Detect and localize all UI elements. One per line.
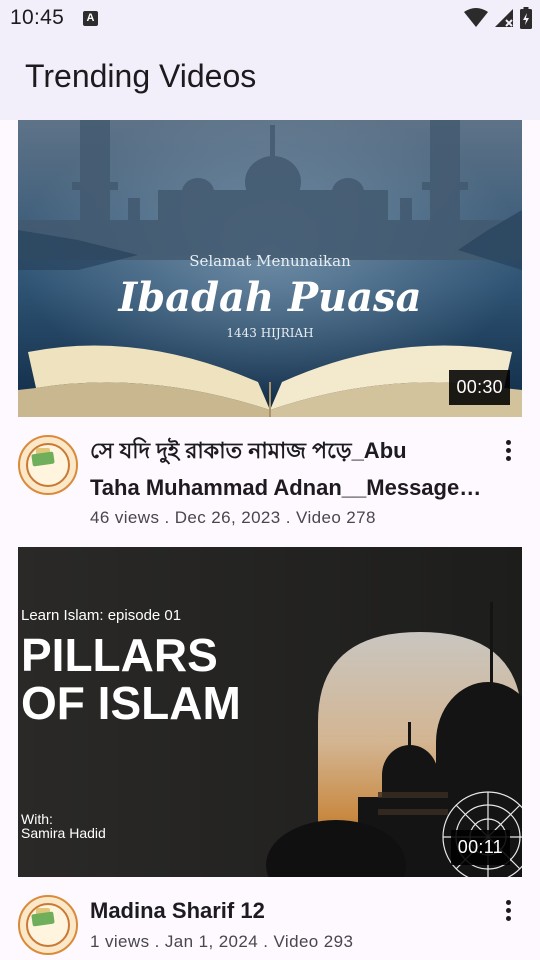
thumbnail-headline-2: OF ISLAM — [21, 677, 241, 729]
notification-icon: A — [83, 11, 98, 26]
thumbnail-subtitle: Selamat Menunaikan — [189, 252, 351, 270]
page-title: Trending Videos — [25, 58, 257, 94]
status-icons — [464, 7, 532, 29]
thumbnail-headline-1: PILLARS — [21, 629, 218, 681]
more-options-icon[interactable] — [504, 900, 512, 926]
channel-avatar[interactable] — [18, 895, 78, 955]
more-options-icon[interactable] — [504, 440, 512, 466]
thumbnail-host-name: Samira Hadid — [21, 825, 106, 841]
status-time: 10:45 — [10, 6, 65, 29]
video-meta: 1 views . Jan 1, 2024 . Video 293 — [90, 932, 354, 951]
video-meta: 46 views . Dec 26, 2023 . Video 278 — [90, 508, 376, 527]
video-duration: 00:11 — [450, 830, 510, 865]
video-title[interactable]: Madina Sharif 12 — [90, 892, 495, 929]
top-bar: 10:45 A Trending Videos — [0, 0, 540, 120]
video-title-line-1: Madina Sharif 12 — [90, 898, 265, 923]
wifi-icon — [464, 8, 488, 27]
channel-avatar[interactable] — [18, 435, 78, 495]
status-bar: 10:45 A — [0, 0, 540, 36]
thumbnail-year: 1443 HIJRIAH — [226, 326, 314, 340]
video-thumbnail[interactable]: Learn Islam: episode 01 PILLARS OF ISLAM… — [18, 547, 522, 877]
battery-icon — [520, 7, 532, 29]
video-title-line-1: সে যদি দুই রাকাত নামাজ পড়ে_Abu — [90, 438, 407, 463]
video-title-line-2: Taha Muhammad Adnan__Message… — [90, 475, 482, 500]
video-title[interactable]: সে যদি দুই রাকাত নামাজ পড়ে_Abu Taha Muh… — [90, 432, 495, 506]
thumbnail-episode: Learn Islam: episode 01 — [21, 607, 182, 624]
video-duration: 00:30 — [449, 370, 510, 405]
video-thumbnail[interactable]: Selamat Menunaikan Ibadah Puasa 1443 HIJ… — [18, 120, 522, 417]
thumbnail-headline: Ibadah Puasa — [118, 274, 422, 321]
cell-signal-icon — [495, 9, 513, 27]
